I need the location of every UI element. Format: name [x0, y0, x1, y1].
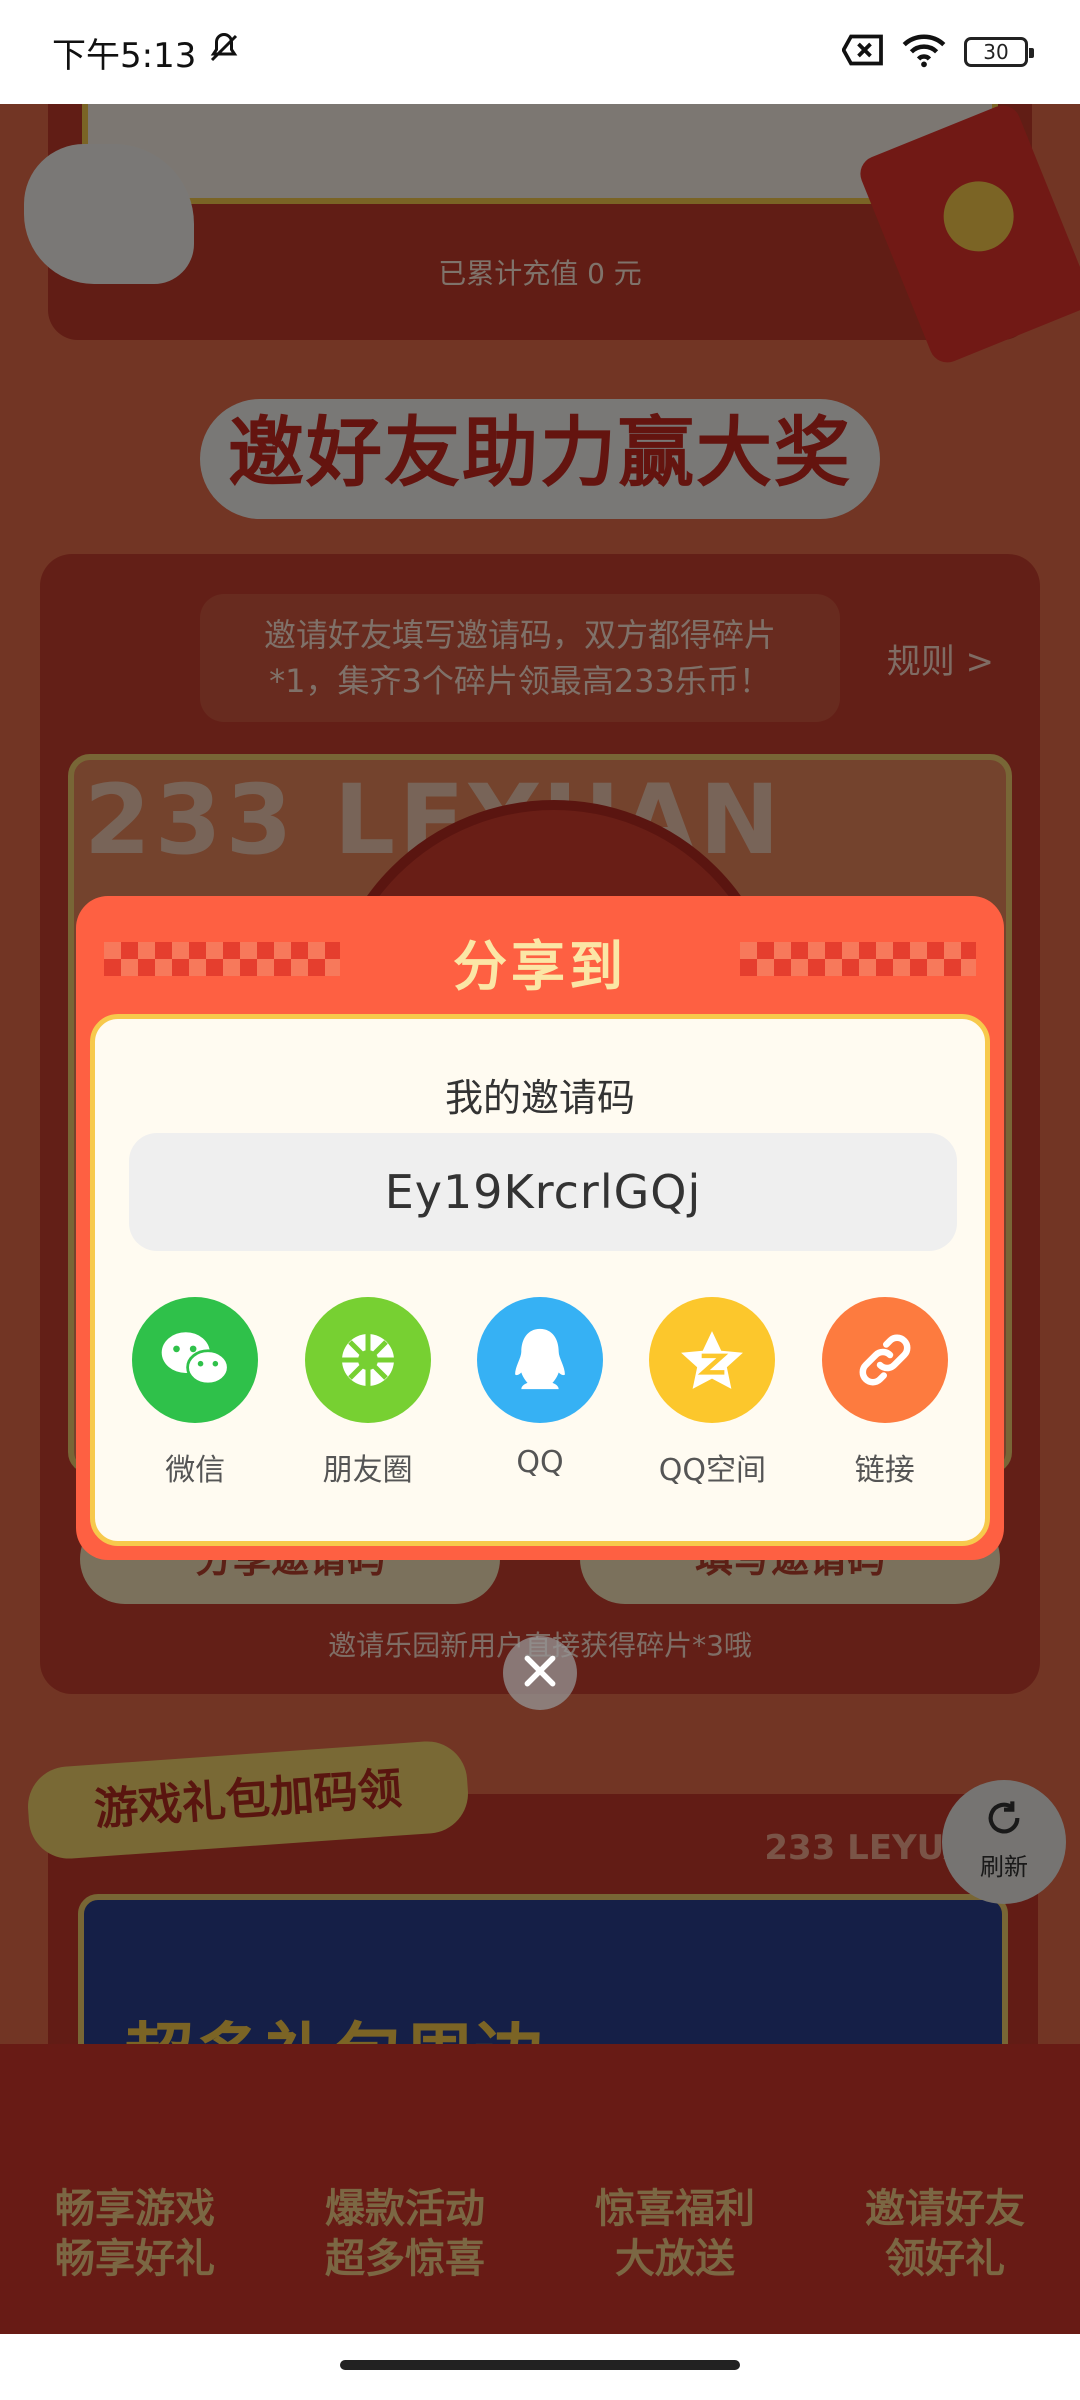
qzone-icon [649, 1297, 776, 1423]
home-indicator[interactable] [340, 2360, 740, 2370]
invite-code-field[interactable]: Ey19KrcrlGQj [129, 1133, 957, 1251]
status-time: 下午5:13 [52, 35, 197, 76]
close-dialog-button[interactable] [503, 1636, 577, 1710]
share-options: 微信 朋友圈 QQ QQ空间 链接 [95, 1297, 985, 1489]
share-moments-button[interactable]: 朋友圈 [293, 1297, 443, 1489]
wechat-icon [132, 1297, 259, 1423]
qq-icon [476, 1297, 603, 1423]
share-dialog-title: 分享到 [453, 935, 627, 998]
share-link-button[interactable]: 链接 [810, 1297, 960, 1489]
share-link-label: 链接 [854, 1453, 915, 1488]
share-qzone-button[interactable]: QQ空间 [637, 1297, 787, 1489]
battery-icon: 30 [964, 37, 1034, 67]
share-qzone-label: QQ空间 [658, 1453, 766, 1488]
status-time-group: 下午5:13 [52, 28, 242, 77]
mute-icon [206, 30, 242, 75]
link-icon [821, 1297, 948, 1423]
close-icon [521, 1652, 559, 1694]
status-bar: 下午5:13 30 [0, 0, 1080, 104]
share-moments-label: 朋友圈 [322, 1453, 413, 1488]
share-qq-button[interactable]: QQ [465, 1297, 615, 1489]
invite-code-label: 我的邀请码 [444, 1076, 635, 1120]
share-wechat-label: 微信 [165, 1453, 226, 1488]
share-dialog-body: 我的邀请码 Ey19KrcrlGQj 微信 朋友圈 QQ QQ空间 链接 [90, 1014, 990, 1546]
wifi-icon [902, 32, 946, 72]
moments-icon [304, 1297, 431, 1423]
share-qq-label: QQ [516, 1445, 564, 1480]
share-dialog: 分享到 我的邀请码 Ey19KrcrlGQj 微信 朋友圈 QQ QQ空间 链接 [76, 896, 1004, 1560]
share-wechat-button[interactable]: 微信 [120, 1297, 270, 1489]
status-icons: 30 [841, 32, 1034, 72]
no-sim-icon [841, 34, 884, 70]
